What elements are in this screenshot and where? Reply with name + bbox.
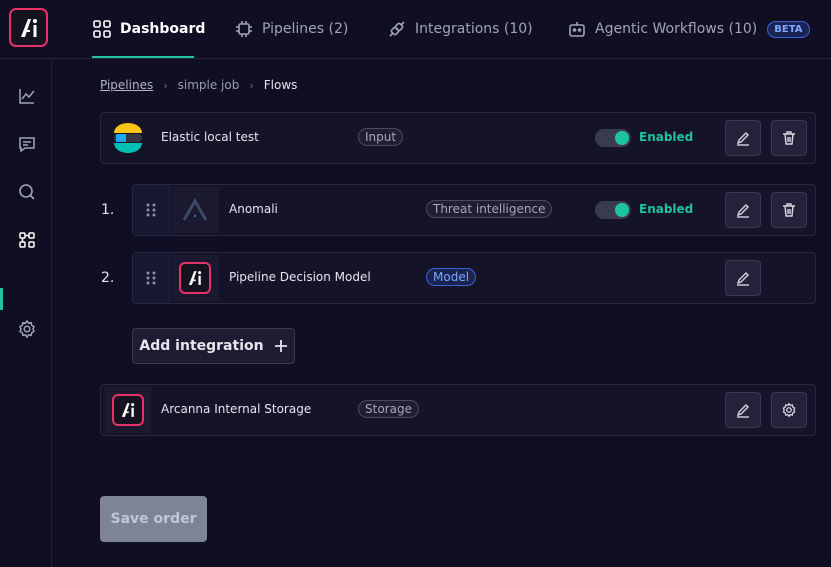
chip-icon xyxy=(236,21,252,37)
edit-input-button[interactable] xyxy=(725,120,761,156)
drag-handle-icon[interactable] xyxy=(133,253,170,303)
tab-integrations[interactable]: Integrations (10) xyxy=(387,0,533,58)
tab-agentic-workflows-label: Agentic Workflows (10) xyxy=(595,21,758,37)
pencil-icon xyxy=(736,204,749,218)
breadcrumb-job[interactable]: simple job xyxy=(178,78,240,92)
elastic-logo-icon xyxy=(105,115,151,161)
chat-icon[interactable] xyxy=(16,133,38,155)
plug-icon xyxy=(389,21,405,37)
save-order-label: Save order xyxy=(110,511,197,527)
search-icon[interactable] xyxy=(16,181,38,203)
step-tag: Threat intelligence xyxy=(426,200,553,218)
pencil-icon xyxy=(736,132,749,146)
gear-icon[interactable] xyxy=(16,318,38,340)
step-title: Anomali xyxy=(229,202,278,216)
top-bar: Dashboard Pipelines (2) Integrations (10… xyxy=(0,0,831,59)
step-number: 1. xyxy=(101,202,115,218)
chevron-right-icon: › xyxy=(163,78,168,92)
tab-integrations-label: Integrations (10) xyxy=(415,21,533,37)
breadcrumb-pipelines[interactable]: Pipelines xyxy=(100,78,153,92)
input-enabled-toggle[interactable] xyxy=(595,129,631,147)
active-tab-indicator xyxy=(92,56,194,58)
flow-step-row: Pipeline Decision Model Model xyxy=(132,252,816,304)
step-tag: Model xyxy=(426,268,477,286)
input-tag: Input xyxy=(358,128,404,146)
arcanna-logo-icon xyxy=(105,387,151,433)
edit-step-button[interactable] xyxy=(725,260,761,296)
pencil-icon xyxy=(736,272,749,286)
tab-agentic-workflows[interactable]: Agentic Workflows (10) BETA xyxy=(567,0,810,58)
edit-storage-button[interactable] xyxy=(725,392,761,428)
pencil-icon xyxy=(736,404,749,418)
arcanna-logo-icon xyxy=(171,255,219,301)
gear-icon xyxy=(782,402,796,418)
storage-settings-button[interactable] xyxy=(771,392,807,428)
storage-tag: Storage xyxy=(358,400,419,418)
step-title: Pipeline Decision Model xyxy=(229,270,371,284)
beta-badge: BETA xyxy=(767,20,810,38)
step-status: Enabled xyxy=(639,202,694,216)
plus-icon xyxy=(274,340,287,352)
flows-icon[interactable] xyxy=(16,229,38,251)
trash-icon xyxy=(783,203,795,217)
robot-icon xyxy=(569,22,585,37)
delete-input-button[interactable] xyxy=(771,120,807,156)
add-integration-button[interactable]: Add integration xyxy=(132,328,295,364)
trash-icon xyxy=(783,131,795,145)
add-integration-label: Add integration xyxy=(139,338,264,354)
tab-pipelines-label: Pipelines (2) xyxy=(262,21,349,37)
tab-dashboard[interactable]: Dashboard xyxy=(92,0,205,58)
storage-row: Arcanna Internal Storage Storage xyxy=(100,384,816,436)
sidebar xyxy=(0,59,52,567)
sidebar-active-indicator xyxy=(0,288,3,310)
edit-step-button[interactable] xyxy=(725,192,761,228)
chart-icon[interactable] xyxy=(16,85,38,107)
step-enabled-toggle[interactable] xyxy=(595,201,631,219)
arcanna-logo-icon[interactable] xyxy=(9,8,48,47)
breadcrumb: Pipelines › simple job › Flows xyxy=(100,78,297,92)
input-title: Elastic local test xyxy=(161,130,259,144)
chevron-right-icon: › xyxy=(249,78,254,92)
anomali-logo-icon xyxy=(171,187,219,233)
tab-pipelines[interactable]: Pipelines (2) xyxy=(234,0,348,58)
input-row: Elastic local test Input Enabled xyxy=(100,112,816,164)
input-status: Enabled xyxy=(639,130,694,144)
grid-icon xyxy=(93,20,111,38)
storage-title: Arcanna Internal Storage xyxy=(161,402,312,416)
tab-dashboard-label: Dashboard xyxy=(120,21,206,37)
delete-step-button[interactable] xyxy=(771,192,807,228)
save-order-button[interactable]: Save order xyxy=(100,496,207,542)
flow-step-row: Anomali Threat intelligence Enabled xyxy=(132,184,816,236)
drag-handle-icon[interactable] xyxy=(133,185,170,235)
step-number: 2. xyxy=(101,270,115,286)
breadcrumb-current: Flows xyxy=(263,78,298,92)
